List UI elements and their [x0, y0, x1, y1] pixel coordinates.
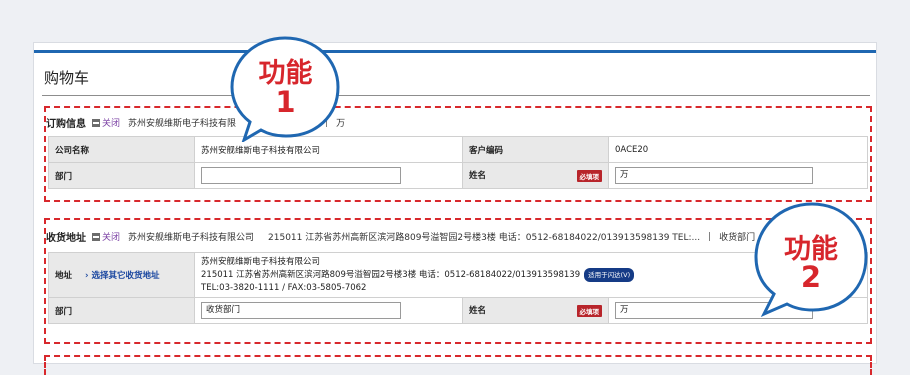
feature-1-callout: 功能 1	[228, 34, 343, 144]
delivery-badge: 适用于闪达(V)	[584, 268, 635, 282]
next-section	[44, 355, 872, 375]
divider: |	[708, 231, 712, 242]
dept-cell	[194, 162, 463, 189]
name-input[interactable]: 万	[615, 167, 813, 184]
order-header-company: 苏州安舰维斯电子科技有限	[128, 119, 237, 129]
order-info-title: 订购信息	[46, 119, 86, 130]
address-label: 地址	[55, 271, 73, 281]
ship-close-button[interactable]: 关闭	[92, 230, 120, 243]
address-label-cell: 地址 › 选择其它收货地址	[48, 252, 195, 298]
company-label: 公司名称	[48, 136, 195, 163]
customer-code-label: 客户编码	[462, 136, 609, 163]
order-close-label: 关闭	[102, 119, 121, 129]
order-close-button[interactable]: 关闭	[92, 116, 120, 129]
customer-code-value: 0ACE20	[608, 136, 868, 163]
required-badge: 必填项	[576, 170, 602, 182]
ship-address-title: 收货地址	[46, 233, 86, 244]
ship-close-label: 关闭	[102, 233, 121, 243]
callout-1-number: 1	[275, 85, 296, 119]
ship-form-table: 地址 › 选择其它收货地址 苏州安舰维斯电子科技有限公司 215011 江苏省苏…	[48, 252, 868, 324]
title-divider	[42, 95, 870, 96]
cart-panel: 购物车 订购信息 关闭 苏州安舰维斯电子科技有限 | | 万 公司名称 苏州安舰…	[33, 42, 877, 375]
ship-dept-input[interactable]: 收货部门	[201, 302, 401, 319]
ship-header-dept: 收货部门	[719, 233, 756, 243]
required-badge: 必填项	[576, 305, 602, 317]
order-form-table: 公司名称 苏州安舰维斯电子科技有限公司 客户编码 0ACE20 部门 姓名 必填…	[48, 136, 868, 189]
choose-address-link[interactable]: › 选择其它收货地址	[85, 271, 159, 281]
top-accent-bar	[34, 50, 876, 53]
callout-2-number: 2	[800, 260, 822, 294]
dept-label: 部门	[48, 162, 195, 189]
collapse-icon	[92, 118, 100, 127]
name-label: 姓名	[469, 171, 487, 181]
feature-2-callout: 功能 2	[752, 200, 870, 318]
dept-input[interactable]	[201, 167, 401, 184]
name-cell: 万	[608, 162, 868, 189]
name-label-cell: 姓名 必填项	[462, 162, 609, 189]
ship-dept-label: 部门	[48, 297, 195, 324]
ship-name-label: 姓名	[469, 306, 487, 316]
ship-header-address: 215011 江苏省苏州高新区滨河路809号溢智园2号楼3楼 电话：0512-6…	[268, 233, 701, 243]
collapse-icon	[92, 232, 100, 241]
address-line-2: 215011 江苏省苏州高新区滨河路809号溢智园2号楼3楼 电话：0512-6…	[201, 270, 581, 280]
ship-dept-cell: 收货部门	[194, 297, 463, 324]
page-title: 购物车	[44, 69, 90, 87]
ship-header-company: 苏州安舰维斯电子科技有限公司	[128, 233, 255, 243]
ship-address-header: 收货地址 关闭 苏州安舰维斯电子科技有限公司 215011 江苏省苏州高新区滨河…	[46, 229, 756, 245]
ship-name-label-cell: 姓名 必填项	[462, 297, 609, 324]
